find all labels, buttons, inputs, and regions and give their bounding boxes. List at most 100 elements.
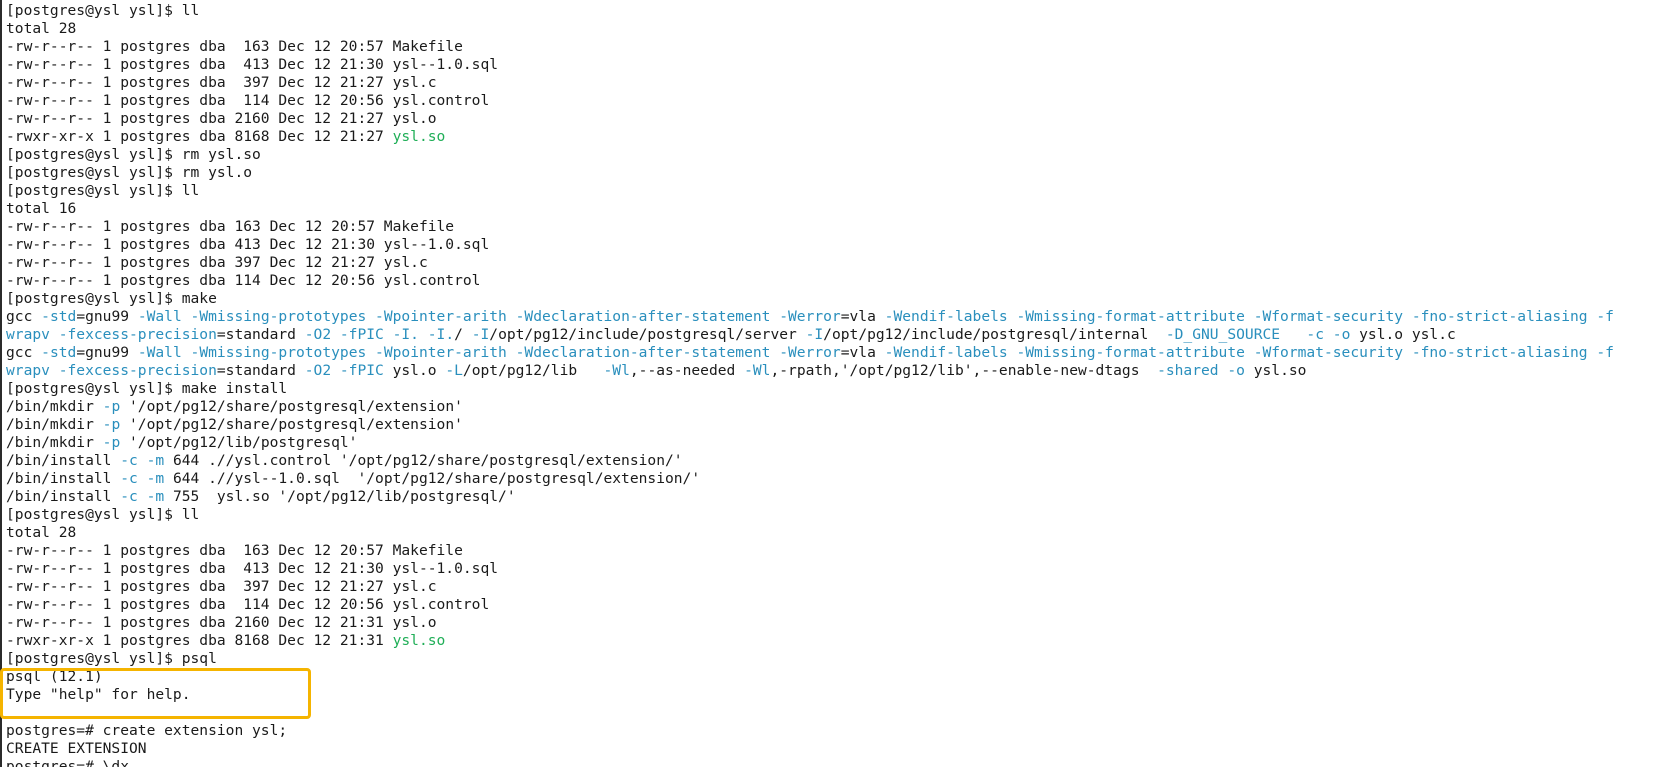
line-text: CREATE EXTENSION (6, 740, 147, 757)
terminal-line: gcc -std=gnu99 -Wall -Wmissing-prototype… (6, 308, 1614, 326)
line-text: -rw-r--r-- 1 postgres dba 397 Dec 12 21:… (6, 254, 428, 271)
terminal-line: psql (12.1) (6, 668, 1614, 686)
line-text: -rw-r--r-- 1 postgres dba 413 Dec 12 21:… (6, 236, 490, 253)
line-text: postgres=# \dx (6, 758, 130, 767)
terminal-line: -rw-r--r-- 1 postgres dba 2160 Dec 12 21… (6, 614, 1614, 632)
line-text: =standard (216, 326, 305, 343)
terminal-line: [postgres@ysl ysl]$ ll (6, 182, 1614, 200)
line-text: -rw-r--r-- 1 postgres dba 163 Dec 12 20:… (6, 38, 463, 55)
line-text: -rw-r--r-- 1 postgres dba 2160 Dec 12 21… (6, 614, 437, 631)
terminal-line: postgres=# \dx (6, 758, 1614, 767)
line-text: ysl.o ysl.c (1350, 326, 1456, 343)
terminal-line: -rw-r--r-- 1 postgres dba 397 Dec 12 21:… (6, 254, 1614, 272)
option-flag-text: -std (41, 344, 77, 361)
terminal-window[interactable]: [postgres@ysl ysl]$ ll total 28 -rw-r--r--… (0, 0, 1659, 767)
line-text: / (454, 326, 472, 343)
line-text: -rw-r--r-- 1 postgres dba 397 Dec 12 21:… (6, 74, 437, 91)
window-left-border (0, 0, 2, 767)
line-text: -rw-r--r-- 1 postgres dba 114 Dec 12 20:… (6, 272, 481, 289)
line-text: Type "help" for help. (6, 686, 191, 703)
terminal-line: postgres=# create extension ysl; (6, 722, 1614, 740)
line-text: =vla (840, 308, 885, 325)
line-text: ,-rpath,'/opt/pg12/lib',--enable-new-dta… (770, 362, 1158, 379)
line-text: 644 .//ysl--1.0.sql '/opt/pg12/share/pos… (164, 470, 701, 487)
terminal-line: /bin/mkdir -p '/opt/pg12/share/postgresq… (6, 398, 1614, 416)
option-flag-text: -Wendif-labels -Wmissing-format-attribut… (884, 344, 1614, 361)
line-text: ysl.so (1244, 362, 1307, 379)
terminal-line: /bin/mkdir -p '/opt/pg12/lib/postgresql' (6, 434, 1614, 452)
terminal-line: -rw-r--r-- 1 postgres dba 413 Dec 12 21:… (6, 560, 1614, 578)
terminal-line: total 16 (6, 200, 1614, 218)
line-text: -rw-r--r-- 1 postgres dba 397 Dec 12 21:… (6, 578, 437, 595)
terminal-line: total 28 (6, 524, 1614, 542)
line-text: 644 .//ysl.control '/opt/pg12/share/post… (164, 452, 683, 469)
terminal-line: -rw-r--r-- 1 postgres dba 397 Dec 12 21:… (6, 578, 1614, 596)
line-text: [postgres@ysl ysl]$ ll (6, 506, 200, 523)
terminal-line: [postgres@ysl ysl]$ make (6, 290, 1614, 308)
terminal-line: wrapv -fexcess-precision=standard -O2 -f… (6, 326, 1614, 344)
terminal-line: -rw-r--r-- 1 postgres dba 413 Dec 12 21:… (6, 56, 1614, 74)
terminal-line: -rw-r--r-- 1 postgres dba 413 Dec 12 21:… (6, 236, 1614, 254)
option-flag-text: -Wall -Wmissing-prototypes -Wpointer-ari… (137, 308, 841, 325)
terminal-line: total 28 (6, 20, 1614, 38)
terminal-line: [postgres@ysl ysl]$ ll (6, 506, 1614, 524)
terminal-line: [postgres@ysl ysl]$ rm ysl.so (6, 146, 1614, 164)
option-flag-text: -D_GNU_SOURCE -c -o (1165, 326, 1351, 343)
option-flag-text: -Wendif-labels -Wmissing-format-attribut… (884, 308, 1614, 325)
line-text: /bin/mkdir (6, 416, 103, 433)
option-flag-text: -c -m (120, 470, 165, 487)
line-text: total 28 (6, 20, 77, 37)
line-text: =vla (840, 344, 885, 361)
option-flag-text: -p (102, 398, 121, 415)
option-flag-text: -std (41, 308, 77, 325)
executable-filename: ysl.so (392, 128, 446, 145)
line-text: [postgres@ysl ysl]$ psql (6, 650, 217, 667)
terminal-line: -rw-r--r-- 1 postgres dba 114 Dec 12 20:… (6, 596, 1614, 614)
line-text: [postgres@ysl ysl]$ rm ysl.o (6, 164, 253, 181)
terminal-line: [postgres@ysl ysl]$ ll (6, 2, 1614, 20)
line-text: total 28 (6, 524, 77, 541)
option-flag-text: wrapv -fexcess-precision (6, 326, 217, 343)
option-flag-text: -Wl (603, 362, 630, 379)
option-flag-text: -L (445, 362, 463, 379)
line-text: -rw-r--r-- 1 postgres dba 163 Dec 12 20:… (6, 542, 463, 559)
line-text: =gnu99 (76, 344, 138, 361)
line-text: [postgres@ysl ysl]$ ll (6, 2, 200, 19)
terminal-line: -rw-r--r-- 1 postgres dba 163 Dec 12 20:… (6, 218, 1614, 236)
line-text: '/opt/pg12/share/postgresql/extension' (120, 398, 463, 415)
line-text: -rw-r--r-- 1 postgres dba 413 Dec 12 21:… (6, 56, 499, 73)
option-flag-text: -shared -o (1157, 362, 1245, 379)
line-text: /bin/install (6, 452, 121, 469)
terminal-line: -rw-r--r-- 1 postgres dba 397 Dec 12 21:… (6, 74, 1614, 92)
terminal-line: /bin/install -c -m 644 .//ysl--1.0.sql '… (6, 470, 1614, 488)
terminal-line: -rwxr-xr-x 1 postgres dba 8168 Dec 12 21… (6, 632, 1614, 650)
line-text: =standard (216, 362, 305, 379)
terminal-line: -rw-r--r-- 1 postgres dba 2160 Dec 12 21… (6, 110, 1614, 128)
terminal-line: gcc -std=gnu99 -Wall -Wmissing-prototype… (6, 344, 1614, 362)
terminal-line: Type "help" for help. (6, 686, 1614, 704)
terminal-line: [postgres@ysl ysl]$ psql (6, 650, 1614, 668)
line-text: -rw-r--r-- 1 postgres dba 413 Dec 12 21:… (6, 560, 499, 577)
terminal-line: wrapv -fexcess-precision=standard -O2 -f… (6, 362, 1614, 380)
line-text: /opt/pg12/include/postgresql/server (489, 326, 806, 343)
terminal-line: CREATE EXTENSION (6, 740, 1614, 758)
line-text: /bin/mkdir (6, 434, 103, 451)
terminal-line: -rw-r--r-- 1 postgres dba 114 Dec 12 20:… (6, 92, 1614, 110)
line-text: =gnu99 (76, 308, 138, 325)
line-text: /bin/install (6, 470, 121, 487)
line-text: total 16 (6, 200, 77, 217)
option-flag-text: -O2 -fPIC (304, 362, 384, 379)
terminal-line: [postgres@ysl ysl]$ rm ysl.o (6, 164, 1614, 182)
terminal-line: /bin/install -c -m 644 .//ysl.control '/… (6, 452, 1614, 470)
option-flag-text: wrapv -fexcess-precision (6, 362, 217, 379)
line-text: /bin/install (6, 488, 121, 505)
line-text: -rw-r--r-- 1 postgres dba 163 Dec 12 20:… (6, 218, 455, 235)
line-text: '/opt/pg12/lib/postgresql' (120, 434, 358, 451)
line-text: [postgres@ysl ysl]$ make install (6, 380, 288, 397)
line-text: gcc (6, 308, 42, 325)
line-text: -rw-r--r-- 1 postgres dba 114 Dec 12 20:… (6, 92, 490, 109)
terminal-line: [postgres@ysl ysl]$ make install (6, 380, 1614, 398)
terminal-line: -rw-r--r-- 1 postgres dba 114 Dec 12 20:… (6, 272, 1614, 290)
terminal-line: -rw-r--r-- 1 postgres dba 163 Dec 12 20:… (6, 542, 1614, 560)
